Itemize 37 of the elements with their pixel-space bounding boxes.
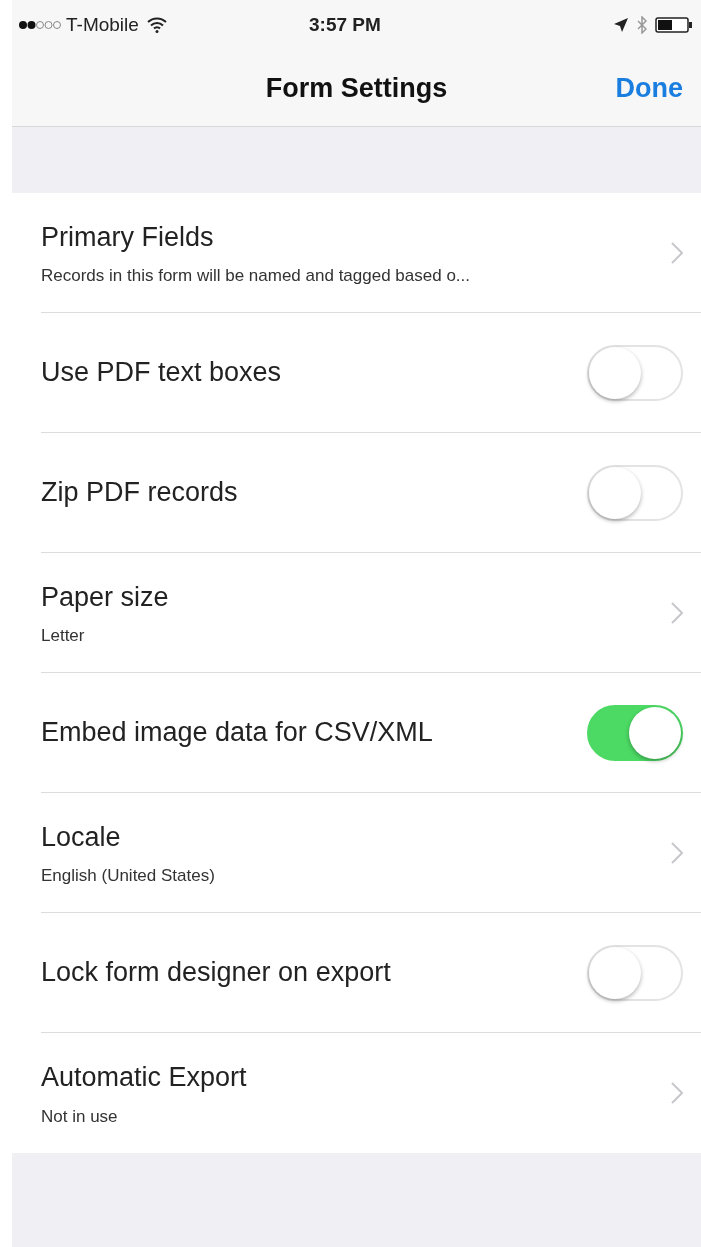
settings-row[interactable]: Paper size Letter	[41, 553, 701, 673]
settings-row[interactable]: Use PDF text boxes	[41, 313, 701, 433]
settings-row[interactable]: Automatic Export Not in use	[41, 1033, 701, 1153]
settings-row[interactable]: Primary Fields Records in this form will be named and tagged based o...	[41, 193, 701, 313]
status-time: 3:57 PM	[309, 12, 382, 37]
chevron-right-icon	[671, 841, 683, 864]
settings-row[interactable]: Lock form designer on export	[41, 913, 701, 1033]
toggle-switch[interactable]	[587, 944, 683, 1001]
settings-row[interactable]: Locale English (United States)	[41, 793, 701, 913]
setting-label: Zip PDF records	[41, 476, 239, 510]
toggle-switch[interactable]	[587, 344, 683, 401]
setting-label: Embed image data for CSV/XML	[41, 716, 434, 750]
setting-label: Paper size	[41, 580, 170, 614]
chevron-right-icon	[671, 1082, 683, 1104]
done-button[interactable]: Done	[615, 67, 683, 109]
settings-row[interactable]: Embed image data for CSV/XML	[41, 673, 701, 793]
setting-label: Use PDF text boxes	[41, 356, 283, 390]
carrier-name: T-Mobile	[66, 12, 139, 37]
toggle-switch[interactable]	[587, 464, 683, 521]
setting-label: Locale	[41, 820, 122, 854]
setting-label: Automatic Export	[41, 1061, 248, 1094]
setting-detail: Records in this form will be named and tagged based o...	[41, 265, 472, 287]
setting-label: Primary Fields	[41, 220, 215, 254]
setting-detail: English (United States)	[41, 865, 216, 887]
setting-label: Lock form designer on export	[41, 956, 392, 990]
battery-icon	[655, 16, 693, 34]
location-arrow-icon	[613, 17, 629, 33]
setting-detail: Not in use	[41, 1105, 119, 1128]
chevron-right-icon	[671, 241, 683, 264]
setting-detail: Letter	[41, 625, 86, 647]
wifi-icon	[146, 17, 167, 33]
toggle-switch[interactable]	[587, 704, 683, 761]
chevron-right-icon	[671, 601, 683, 624]
screen-title: Form Settings	[265, 71, 448, 105]
bluetooth-icon	[637, 16, 647, 34]
signal-strength-icon	[18, 20, 62, 30]
settings-row[interactable]: Zip PDF records	[41, 433, 701, 553]
